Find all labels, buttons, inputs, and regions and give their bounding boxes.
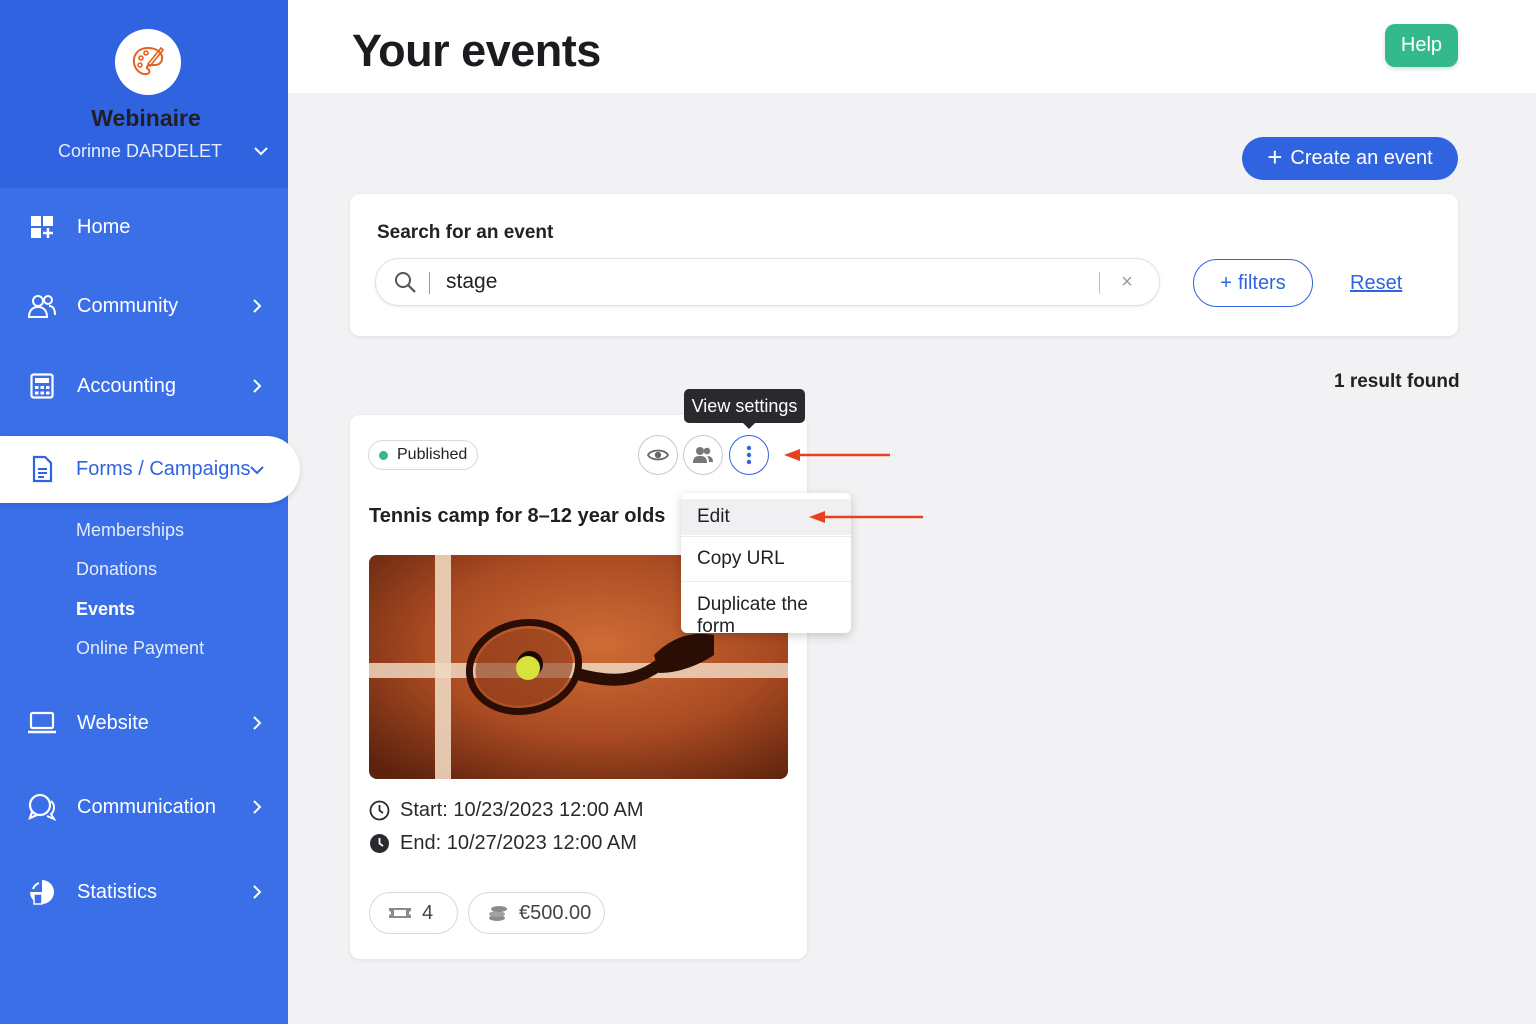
nav-accounting-label: Accounting (77, 374, 176, 397)
users-icon (693, 447, 713, 463)
eye-icon (647, 449, 669, 461)
create-event-label: Create an event (1290, 147, 1433, 169)
chevron-down-icon (250, 466, 264, 475)
tickets-value: 4 (422, 901, 434, 924)
calculator-icon (27, 371, 57, 401)
menu-copy-url-label: Copy URL (697, 548, 785, 569)
chevron-right-icon (253, 379, 262, 393)
coins-icon (489, 906, 507, 921)
nav-website[interactable]: Website (0, 698, 288, 748)
ticket-icon (389, 908, 411, 918)
tickets-count: 4 (369, 892, 458, 934)
document-icon (32, 455, 53, 483)
org-logo[interactable] (115, 29, 181, 95)
page-title: Your events (352, 25, 601, 76)
amount-value: €500.00 (519, 901, 592, 924)
nav-forms-campaigns[interactable]: Forms / Campaigns (0, 436, 300, 503)
results-count: 1 result found (1334, 371, 1460, 392)
more-vertical-icon (746, 445, 752, 465)
help-button[interactable]: Help (1385, 24, 1458, 67)
laptop-icon (27, 708, 57, 738)
nav-statistics-label: Statistics (77, 880, 158, 903)
users-icon (27, 291, 57, 321)
tooltip-arrow (743, 423, 755, 429)
chevron-right-icon (253, 299, 262, 313)
search-label: Search for an event (377, 222, 554, 243)
event-title[interactable]: Tennis camp for 8–12 year olds (369, 505, 665, 528)
nav-community-label: Community (77, 294, 179, 317)
chevron-down-icon[interactable] (251, 141, 271, 161)
menu-edit-label: Edit (697, 506, 730, 527)
chat-icon (27, 792, 57, 822)
sub-events[interactable]: Events (76, 599, 135, 620)
search-value[interactable]: stage (446, 270, 497, 294)
search-icon (395, 272, 416, 293)
nav-home-label: Home (77, 215, 131, 238)
menu-duplicate-label: Duplicate the form (697, 594, 808, 633)
user-name[interactable]: Corinne DARDELET (58, 141, 222, 162)
dashboard-icon (27, 212, 57, 242)
status-dot (379, 450, 388, 460)
status-label: Published (397, 446, 468, 463)
sub-donations[interactable]: Donations (76, 559, 157, 580)
nav-forms-label: Forms / Campaigns (76, 458, 251, 480)
nav-communication[interactable]: Communication (0, 782, 288, 832)
close-icon[interactable]: × (1119, 272, 1135, 292)
nav-accounting[interactable]: Accounting (0, 361, 288, 411)
menu-duplicate[interactable]: Duplicate the form (681, 582, 851, 633)
sub-memberships[interactable]: Memberships (76, 520, 184, 541)
pie-chart-icon (27, 877, 57, 907)
clock-icon (369, 800, 390, 821)
chevron-right-icon (253, 885, 262, 899)
event-start-text: Start: 10/23/2023 12:00 AM (400, 799, 644, 821)
plus-icon: + (1267, 142, 1283, 172)
nav-community[interactable]: Community (0, 281, 288, 331)
annotation-arrow-icon (784, 449, 890, 461)
search-divider (1099, 272, 1100, 294)
clock-filled-icon (370, 834, 389, 853)
tooltip: View settings (684, 389, 805, 423)
reset-link[interactable]: Reset (1350, 272, 1402, 295)
plus-icon: + (1220, 271, 1232, 294)
more-options-button[interactable] (729, 435, 769, 475)
chevron-right-icon (253, 800, 262, 814)
preview-button[interactable] (638, 435, 678, 475)
search-divider (429, 272, 430, 294)
event-end: End: 10/27/2023 12:00 AM (369, 832, 637, 855)
nav-statistics[interactable]: Statistics (0, 867, 288, 917)
event-start: Start: 10/23/2023 12:00 AM (369, 799, 644, 822)
nav-communication-label: Communication (77, 795, 216, 818)
sub-online-payment[interactable]: Online Payment (76, 638, 204, 659)
menu-copy-url[interactable]: Copy URL (681, 537, 851, 581)
nav-home[interactable]: Home (0, 202, 288, 252)
amount-total: €500.00 (468, 892, 605, 934)
participants-button[interactable] (683, 435, 723, 475)
annotation-arrow-icon (809, 511, 923, 523)
create-event-button[interactable]: + Create an event (1242, 137, 1458, 180)
palette-icon (132, 46, 165, 76)
org-name: Webinaire (91, 105, 201, 131)
status-badge: Published (368, 440, 478, 470)
filters-label: filters (1237, 271, 1286, 294)
event-end-text: End: 10/27/2023 12:00 AM (400, 832, 637, 854)
nav-website-label: Website (77, 711, 149, 734)
filters-button[interactable]: + filters (1193, 259, 1313, 307)
chevron-right-icon (253, 716, 262, 730)
